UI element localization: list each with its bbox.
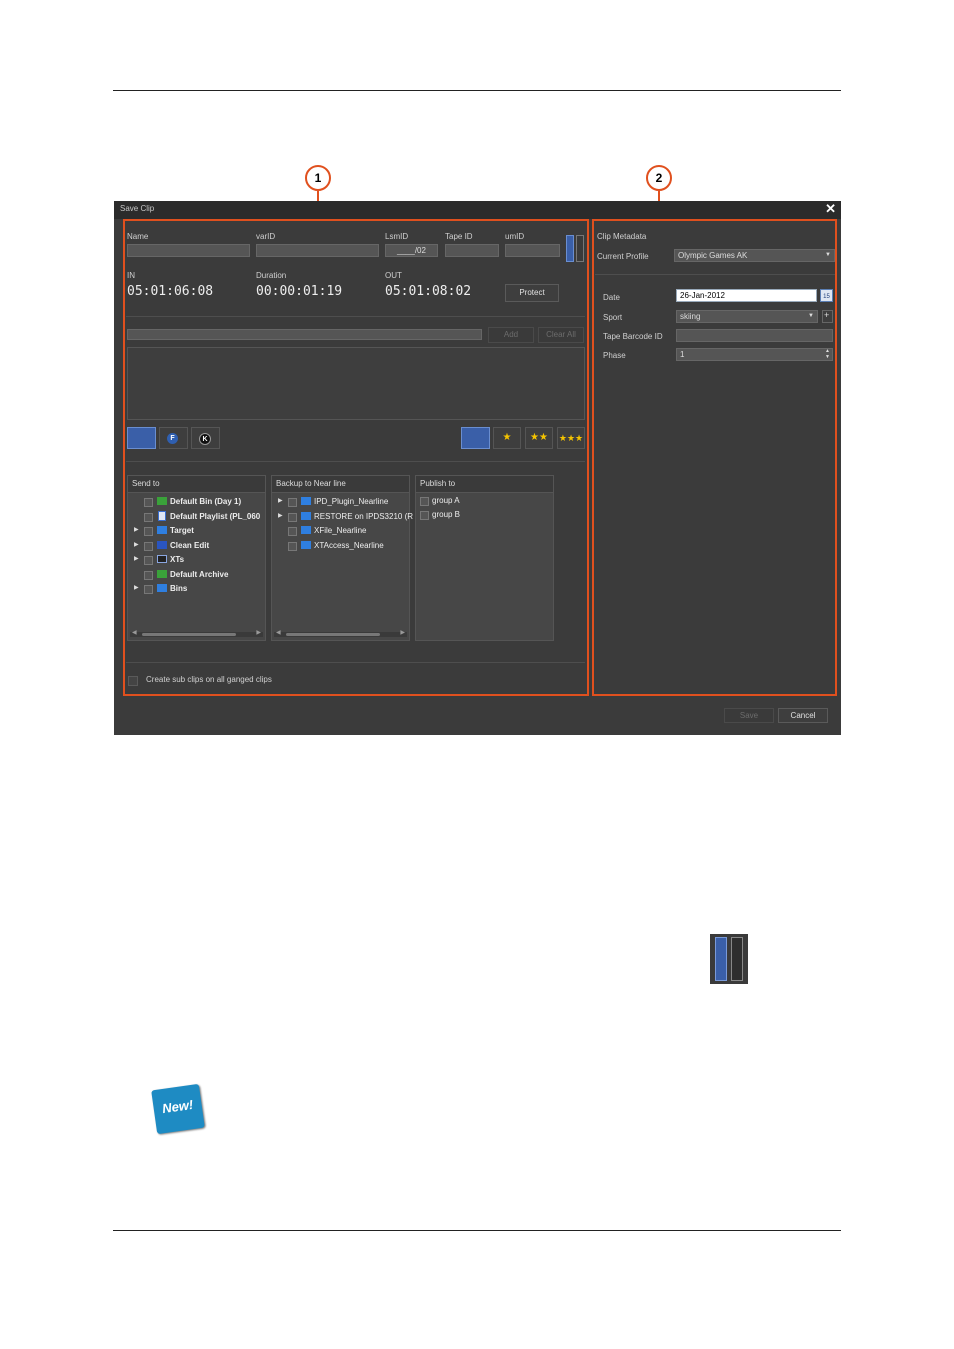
header-rule bbox=[113, 90, 841, 91]
gang-toggle-illustration bbox=[710, 934, 748, 984]
new-badge-text: New! bbox=[161, 1096, 195, 1117]
gang-toggle-on bbox=[715, 937, 727, 981]
dialog-titlebar: Save Clip ✕ bbox=[114, 201, 841, 219]
callout-1: 1 bbox=[305, 165, 331, 191]
callout-2: 2 bbox=[646, 165, 672, 191]
new-badge-icon: New! bbox=[151, 1083, 205, 1135]
section-2-highlight bbox=[592, 219, 837, 696]
cancel-button[interactable]: Cancel bbox=[778, 708, 828, 723]
section-1-highlight bbox=[123, 219, 589, 696]
gang-toggle-off bbox=[731, 937, 743, 981]
dialog-title: Save Clip bbox=[120, 204, 155, 213]
save-clip-dialog: Save Clip ✕ Name varID LsmID ____/02 Tap… bbox=[114, 201, 841, 735]
save-button[interactable]: Save bbox=[724, 708, 774, 723]
footer-rule bbox=[113, 1230, 841, 1231]
close-icon[interactable]: ✕ bbox=[825, 202, 836, 216]
